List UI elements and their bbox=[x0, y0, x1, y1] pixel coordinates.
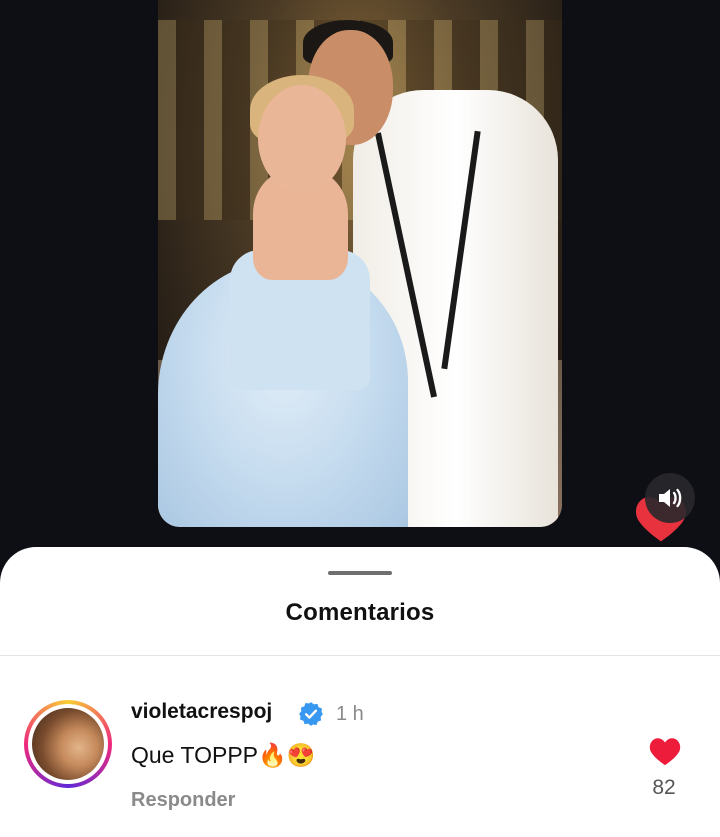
comments-sheet: Comentarios violetacrespoj 1 h Que TOPPP… bbox=[0, 547, 720, 837]
woman-face bbox=[258, 85, 346, 193]
avatar-border bbox=[28, 704, 108, 784]
avatar[interactable] bbox=[24, 700, 112, 788]
comment-time: 1 h bbox=[336, 703, 364, 725]
video-player[interactable] bbox=[158, 0, 562, 527]
verified-badge-icon bbox=[298, 701, 324, 727]
comment-text: Que TOPPP🔥😍 bbox=[131, 742, 316, 768]
comment-username[interactable]: violetacrespoj bbox=[131, 700, 272, 724]
sound-toggle-button[interactable] bbox=[645, 473, 695, 523]
like-count: 82 bbox=[652, 776, 676, 799]
divider bbox=[0, 655, 720, 656]
heart-filled-icon[interactable] bbox=[648, 735, 682, 767]
video-area bbox=[0, 0, 720, 560]
avatar-photo bbox=[32, 708, 104, 780]
speaker-on-icon bbox=[659, 488, 682, 508]
drag-handle[interactable] bbox=[328, 571, 392, 575]
sheet-title: Comentarios bbox=[285, 599, 435, 626]
reply-button[interactable]: Responder bbox=[131, 789, 235, 812]
comment-item: violetacrespoj 1 h Que TOPPP🔥😍 Responder… bbox=[0, 697, 720, 837]
